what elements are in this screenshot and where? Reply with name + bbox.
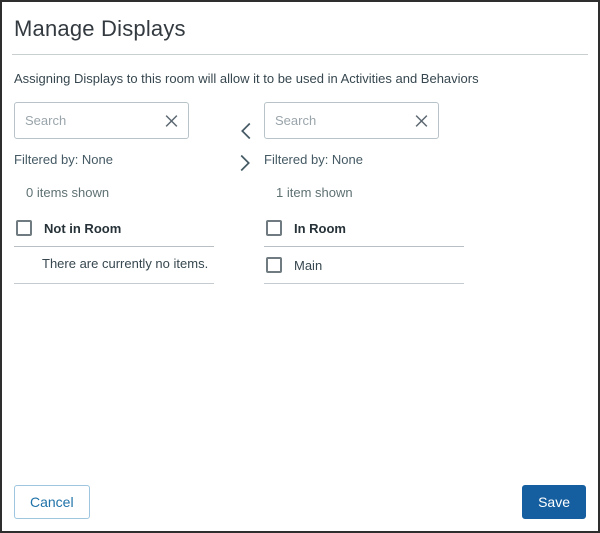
not-in-room-panel: Filtered by: None 0 items shown Not in R… — [14, 102, 226, 285]
transfer-controls — [226, 118, 264, 284]
right-select-all-checkbox[interactable] — [266, 220, 282, 236]
left-search — [14, 102, 189, 139]
chevron-left-icon — [238, 122, 253, 144]
x-icon — [414, 114, 429, 131]
not-in-room-list: Not in Room There are currently no items… — [14, 212, 214, 285]
in-room-header: In Room — [264, 212, 464, 247]
empty-list-message: There are currently no items. — [14, 247, 214, 285]
left-search-clear-button[interactable] — [160, 109, 183, 132]
left-items-shown: 0 items shown — [26, 185, 110, 200]
list-item-label: Main — [294, 257, 323, 273]
right-filtered-by: Filtered by: None — [264, 152, 363, 167]
right-items-shown: 1 item shown — [276, 185, 353, 200]
not-in-room-header-label: Not in Room — [44, 220, 122, 236]
list-item: Main — [264, 247, 464, 284]
transfer-panels: Filtered by: None 0 items shown Not in R… — [14, 102, 586, 285]
left-filtered-by: Filtered by: None — [14, 152, 113, 167]
in-room-panel: Filtered by: None 1 item shown In Room M… — [264, 102, 586, 284]
left-select-all-checkbox[interactable] — [16, 220, 32, 236]
move-right-button[interactable] — [235, 150, 256, 176]
move-left-button[interactable] — [235, 118, 256, 144]
right-search-clear-button[interactable] — [410, 109, 433, 132]
title-divider — [12, 54, 588, 55]
chevron-right-icon — [238, 154, 253, 176]
in-room-list: In Room Main — [264, 212, 464, 284]
cancel-button[interactable]: Cancel — [14, 485, 90, 519]
page-title: Manage Displays — [14, 16, 186, 41]
dialog-description: Assigning Displays to this room will all… — [14, 71, 479, 86]
right-search — [264, 102, 439, 139]
save-button[interactable]: Save — [522, 485, 586, 519]
not-in-room-header: Not in Room — [14, 212, 214, 247]
x-icon — [164, 114, 179, 131]
item-checkbox[interactable] — [266, 257, 282, 273]
in-room-header-label: In Room — [294, 220, 346, 236]
manage-displays-dialog: Manage Displays Assigning Displays to th… — [0, 0, 600, 533]
